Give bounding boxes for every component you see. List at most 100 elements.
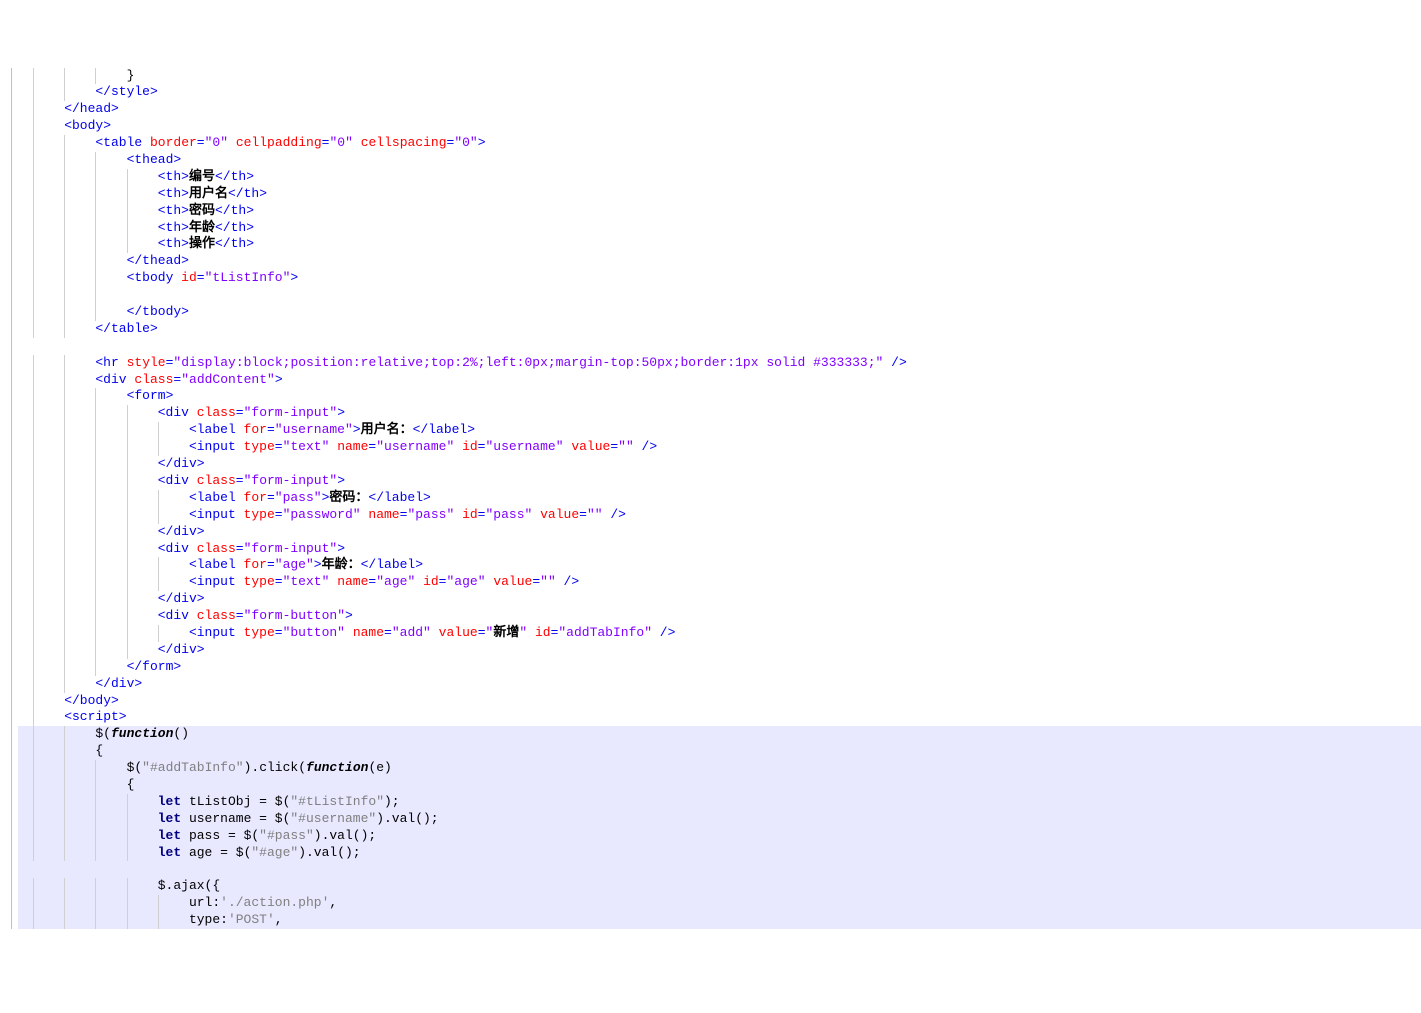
indent-guide [95, 878, 126, 895]
code-line[interactable]: let tListObj = $("#tListInfo"); [18, 794, 1421, 811]
code-token: <input [189, 625, 244, 640]
code-token: </thead> [127, 253, 189, 268]
code-line[interactable]: </div> [18, 456, 1421, 473]
code-line[interactable]: $.ajax({ [18, 878, 1421, 895]
code-line[interactable]: <label for="username">用户名：</label> [18, 422, 1421, 439]
indent-guide [95, 68, 126, 85]
code-line[interactable] [18, 338, 1421, 355]
code-line[interactable]: <label for="pass">密码：</label> [18, 490, 1421, 507]
code-token: url: [189, 895, 220, 910]
code-token: "form-input" [244, 541, 338, 556]
indent-guide [33, 878, 64, 895]
code-line[interactable]: $("#addTabInfo").click(function(e) [18, 760, 1421, 777]
code-line[interactable]: <tbody id="tListInfo"> [18, 270, 1421, 287]
code-line[interactable]: let username = $("#username").val(); [18, 811, 1421, 828]
code-token: "form-button" [244, 608, 345, 623]
code-token: "button" [283, 625, 345, 640]
code-token: </label> [413, 422, 475, 437]
code-line[interactable]: <hr style="display:block;position:relati… [18, 355, 1421, 372]
code-line[interactable]: <script> [18, 709, 1421, 726]
code-line[interactable]: <th>操作</th> [18, 236, 1421, 253]
indent-guide [33, 743, 64, 760]
code-line[interactable]: <div class="form-input"> [18, 541, 1421, 558]
code-line[interactable]: </style> [18, 84, 1421, 101]
code-token: class [134, 372, 173, 387]
code-line[interactable]: </head> [18, 101, 1421, 118]
code-line[interactable]: url:'./action.php', [18, 895, 1421, 912]
code-token [532, 507, 540, 522]
code-token [527, 625, 535, 640]
code-line[interactable]: </thead> [18, 253, 1421, 270]
code-token: "#username" [290, 811, 376, 826]
code-line[interactable]: <th>用户名</th> [18, 186, 1421, 203]
indent-guide [64, 236, 95, 253]
code-line[interactable]: </div> [18, 676, 1421, 693]
code-content[interactable]: } </style> </head> <body> <table border=… [18, 68, 1421, 929]
code-line[interactable]: </div> [18, 642, 1421, 659]
code-line[interactable]: <form> [18, 388, 1421, 405]
code-line[interactable]: <div class="form-input"> [18, 473, 1421, 490]
code-line[interactable]: <div class="addContent"> [18, 372, 1421, 389]
indent-guide [95, 203, 126, 220]
code-token: type [244, 439, 275, 454]
code-line[interactable]: <th>密码</th> [18, 203, 1421, 220]
code-line[interactable]: </tbody> [18, 304, 1421, 321]
code-token: </th> [215, 220, 254, 235]
indent-guide [95, 456, 126, 473]
code-token: = [275, 507, 283, 522]
code-token: </div> [158, 524, 205, 539]
code-token: <table [95, 135, 150, 150]
indent-guide [64, 794, 95, 811]
code-line[interactable]: <input type="text" name="age" id="age" v… [18, 574, 1421, 591]
indent-guide [64, 84, 95, 101]
indent-guide [33, 220, 64, 237]
code-line[interactable]: </form> [18, 659, 1421, 676]
code-line[interactable]: <th>编号</th> [18, 169, 1421, 186]
code-line[interactable]: <div class="form-button"> [18, 608, 1421, 625]
code-line[interactable] [18, 861, 1421, 878]
code-token: cellpadding [236, 135, 322, 150]
code-line[interactable]: <input type="password" name="pass" id="p… [18, 507, 1421, 524]
indent-guide [95, 304, 126, 321]
code-line[interactable]: <input type="text" name="username" id="u… [18, 439, 1421, 456]
code-line[interactable]: </div> [18, 524, 1421, 541]
code-token: username = $( [181, 811, 290, 826]
code-line[interactable]: </body> [18, 693, 1421, 710]
indent-guide [127, 895, 158, 912]
code-token: cellspacing [361, 135, 447, 150]
code-token: = [275, 574, 283, 589]
code-line[interactable]: <label for="age">年龄：</label> [18, 557, 1421, 574]
indent-guide [127, 203, 158, 220]
code-token: = [275, 439, 283, 454]
indent-guide [64, 372, 95, 389]
indent-guide [33, 709, 64, 726]
code-line[interactable]: <div class="form-input"> [18, 405, 1421, 422]
indent-guide [33, 845, 64, 862]
code-line[interactable]: type:'POST', [18, 912, 1421, 929]
code-token: <script> [64, 709, 126, 724]
indent-guide [33, 270, 64, 287]
code-line[interactable]: <body> [18, 118, 1421, 135]
code-line[interactable]: </div> [18, 591, 1421, 608]
code-line[interactable]: { [18, 743, 1421, 760]
code-token: "form-input" [244, 473, 338, 488]
code-line[interactable]: { [18, 777, 1421, 794]
indent-guide [127, 220, 158, 237]
code-line[interactable]: let pass = $("#pass").val(); [18, 828, 1421, 845]
code-line[interactable] [18, 287, 1421, 304]
indent-guide [158, 625, 189, 642]
indent-guide [64, 878, 95, 895]
code-line[interactable]: <thead> [18, 152, 1421, 169]
code-line[interactable]: <input type="button" name="add" value="新… [18, 625, 1421, 642]
code-line[interactable]: <table border="0" cellpadding="0" cellsp… [18, 135, 1421, 152]
code-line[interactable]: </table> [18, 321, 1421, 338]
code-line[interactable]: <th>年龄</th> [18, 220, 1421, 237]
code-token: "text" [283, 439, 330, 454]
indent-guide [95, 287, 126, 304]
indent-guide [64, 304, 95, 321]
code-line[interactable]: } [18, 68, 1421, 85]
indent-guide [95, 828, 126, 845]
code-line[interactable]: let age = $("#age").val(); [18, 845, 1421, 862]
code-line[interactable]: $(function() [18, 726, 1421, 743]
indent-guide [64, 828, 95, 845]
